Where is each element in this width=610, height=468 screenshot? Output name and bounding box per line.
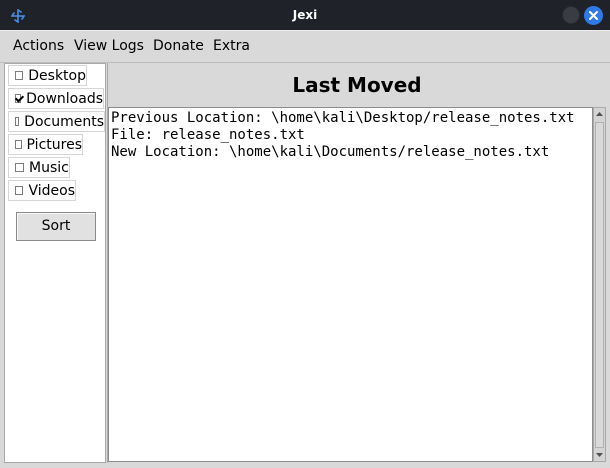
folder-sidebar: Desktop Downloads Documents Pictures Mus… — [4, 63, 106, 463]
log-line: File: release_notes.txt — [111, 127, 305, 143]
scroll-thumb[interactable] — [595, 122, 604, 448]
folder-label: Downloads — [26, 90, 103, 107]
vertical-scrollbar[interactable] — [593, 107, 606, 462]
folder-checkbox-downloads[interactable]: Downloads — [8, 88, 104, 109]
log-line: Previous Location: \home\kali\Desktop/re… — [111, 110, 575, 126]
title-bar[interactable]: Jexi — [0, 0, 610, 30]
folder-checkbox-desktop[interactable]: Desktop — [8, 65, 87, 86]
checkbox-icon — [15, 117, 20, 126]
window-title: Jexi — [292, 8, 318, 22]
folder-label: Documents — [24, 113, 104, 130]
page-title: Last Moved — [292, 73, 422, 97]
folder-checkbox-videos[interactable]: Videos — [8, 180, 76, 201]
checkbox-icon — [15, 71, 24, 80]
menu-view-logs[interactable]: View Logs — [74, 31, 144, 62]
menu-actions[interactable]: Actions — [13, 31, 64, 62]
close-icon — [589, 11, 598, 20]
folder-label: Pictures — [26, 136, 82, 153]
folder-label: Videos — [28, 182, 75, 199]
folder-label: Desktop — [28, 67, 86, 84]
main-panel: Last Moved Previous Location: \home\kali… — [107, 63, 607, 463]
minimize-button[interactable] — [562, 6, 580, 24]
menu-extra[interactable]: Extra — [213, 31, 250, 62]
checkbox-checked-icon — [15, 94, 22, 103]
checkbox-icon — [15, 186, 24, 195]
scroll-down-arrow-icon[interactable] — [594, 448, 605, 461]
close-button[interactable] — [584, 6, 603, 25]
folder-checkbox-pictures[interactable]: Pictures — [8, 134, 83, 155]
folder-checkbox-music[interactable]: Music — [8, 157, 70, 178]
log-line: New Location: \home\kali\Documents/relea… — [111, 144, 550, 160]
checkbox-icon — [15, 140, 22, 149]
sort-button[interactable]: Sort — [16, 212, 96, 241]
folder-checkbox-documents[interactable]: Documents — [8, 111, 105, 132]
checkbox-icon — [15, 163, 24, 172]
scroll-up-arrow-icon[interactable] — [594, 108, 605, 121]
menu-bar: Actions View Logs Donate Extra — [0, 30, 610, 63]
menu-donate[interactable]: Donate — [153, 31, 204, 62]
folder-label: Music — [29, 159, 69, 176]
log-text-area[interactable]: Previous Location: \home\kali\Desktop/re… — [108, 107, 593, 462]
app-window: Jexi Actions View Logs Donate Extra Desk… — [0, 0, 610, 468]
